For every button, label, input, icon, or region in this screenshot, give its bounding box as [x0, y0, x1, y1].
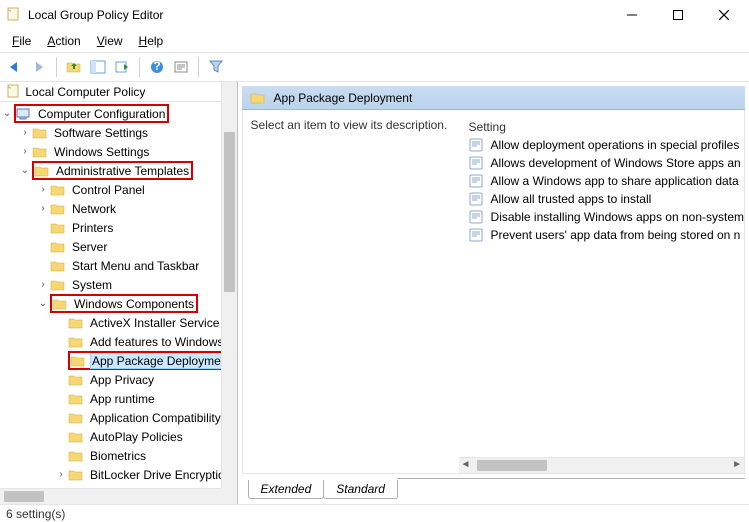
properties-button[interactable]: [170, 56, 192, 78]
expand-collapse-icon[interactable]: ›: [18, 127, 32, 138]
tree-node-app-package-deployment[interactable]: App Package Deployment: [0, 351, 237, 370]
settings-list: Setting Allow deployment operations in s…: [465, 118, 744, 473]
svg-text:?: ?: [153, 60, 160, 73]
tree-node-app-privacy[interactable]: App Privacy: [0, 370, 237, 389]
menu-action[interactable]: Action: [41, 32, 86, 50]
tree-node-windows-settings[interactable]: ›Windows Settings: [0, 142, 237, 161]
statusbar: 6 setting(s): [0, 504, 749, 522]
list-horizontal-scrollbar[interactable]: [459, 457, 744, 473]
tree-node-activex[interactable]: ActiveX Installer Service: [0, 313, 237, 332]
tree-node-start-menu[interactable]: Start Menu and Taskbar: [0, 256, 237, 275]
description-placeholder: Select an item to view its description.: [251, 118, 448, 132]
tree-node-windows-components[interactable]: ⌄Windows Components: [0, 294, 237, 313]
expand-collapse-icon[interactable]: ⌄: [18, 165, 32, 176]
tree-node-system[interactable]: ›System: [0, 275, 237, 294]
menu-view[interactable]: View: [91, 32, 129, 50]
tree-node-server[interactable]: Server: [0, 237, 237, 256]
tree-root-label[interactable]: Local Computer Policy: [0, 82, 237, 102]
expand-collapse-icon[interactable]: ›: [54, 469, 68, 480]
scrollbar-thumb[interactable]: [4, 491, 44, 502]
expand-collapse-icon[interactable]: ⌄: [0, 108, 14, 119]
scrollbar-thumb[interactable]: [224, 132, 235, 292]
tab-extended[interactable]: Extended: [248, 480, 325, 499]
tree-node-software-settings[interactable]: ›Software Settings: [0, 123, 237, 142]
minimize-button[interactable]: [609, 0, 655, 30]
policy-icon: [469, 228, 485, 242]
details-title: App Package Deployment: [274, 91, 413, 105]
show-hide-tree-button[interactable]: [87, 56, 109, 78]
column-header-setting[interactable]: Setting: [465, 118, 744, 136]
expand-collapse-icon[interactable]: ›: [36, 184, 50, 195]
policy-icon: [469, 192, 485, 206]
description-column: Select an item to view its description.: [251, 118, 459, 473]
expand-collapse-icon[interactable]: ›: [36, 279, 50, 290]
tree-node-computer-configuration[interactable]: ⌄ Computer Configuration: [0, 104, 237, 123]
expand-collapse-icon[interactable]: ›: [36, 203, 50, 214]
tree-node-control-panel[interactable]: ›Control Panel: [0, 180, 237, 199]
filter-button[interactable]: [205, 56, 227, 78]
expand-collapse-icon[interactable]: ›: [18, 146, 32, 157]
details-header: App Package Deployment: [242, 86, 745, 110]
window-title: Local Group Policy Editor: [28, 8, 609, 22]
setting-row[interactable]: Allow all trusted apps to install: [465, 190, 744, 208]
details-pane: App Package Deployment Select an item to…: [238, 82, 749, 504]
tree-node-bitlocker[interactable]: ›BitLocker Drive Encryption: [0, 465, 237, 484]
tree-vertical-scrollbar[interactable]: [221, 82, 237, 488]
menubar: File Action View Help: [0, 30, 749, 52]
help-button[interactable]: ?: [146, 56, 168, 78]
tree-node-app-runtime[interactable]: App runtime: [0, 389, 237, 408]
tree-node-admin-templates[interactable]: ⌄Administrative Templates: [0, 161, 237, 180]
details-tabs: Extended Standard: [242, 478, 745, 500]
menu-help[interactable]: Help: [133, 32, 170, 50]
workspace: Local Computer Policy ⌄ Computer Configu…: [0, 82, 749, 504]
export-button[interactable]: [111, 56, 133, 78]
tree-node-autoplay[interactable]: AutoPlay Policies: [0, 427, 237, 446]
expand-collapse-icon[interactable]: ⌄: [36, 298, 50, 309]
setting-row[interactable]: Allows development of Windows Store apps…: [465, 154, 744, 172]
maximize-button[interactable]: [655, 0, 701, 30]
toolbar: ?: [0, 52, 749, 82]
back-button[interactable]: [4, 56, 26, 78]
status-text: 6 setting(s): [6, 507, 65, 521]
setting-row[interactable]: Prevent users' app data from being store…: [465, 226, 744, 244]
tree-view[interactable]: ⌄ Computer Configuration ›Software Setti…: [0, 102, 237, 504]
setting-row[interactable]: Allow deployment operations in special p…: [465, 136, 744, 154]
tree-pane: Local Computer Policy ⌄ Computer Configu…: [0, 82, 238, 504]
tree-node-add-features[interactable]: Add features to Windows 1: [0, 332, 237, 351]
setting-row[interactable]: Disable installing Windows apps on non-s…: [465, 208, 744, 226]
policy-icon: [469, 210, 485, 224]
tree-node-app-compat[interactable]: Application Compatibility: [0, 408, 237, 427]
menu-file[interactable]: File: [6, 32, 37, 50]
tree-horizontal-scrollbar[interactable]: [0, 488, 221, 504]
setting-row[interactable]: Allow a Windows app to share application…: [465, 172, 744, 190]
tree-node-biometrics[interactable]: Biometrics: [0, 446, 237, 465]
forward-button[interactable]: [28, 56, 50, 78]
folder-icon: [250, 91, 266, 105]
tree-node-printers[interactable]: Printers: [0, 218, 237, 237]
policy-icon: [469, 156, 485, 170]
policy-icon: [469, 138, 485, 152]
titlebar: Local Group Policy Editor: [0, 0, 749, 30]
policy-icon: [469, 174, 485, 188]
tab-standard[interactable]: Standard: [323, 480, 398, 499]
up-button[interactable]: [63, 56, 85, 78]
close-button[interactable]: [701, 0, 747, 30]
tree-node-network[interactable]: ›Network: [0, 199, 237, 218]
app-icon: [6, 7, 22, 23]
scrollbar-thumb[interactable]: [477, 460, 547, 471]
